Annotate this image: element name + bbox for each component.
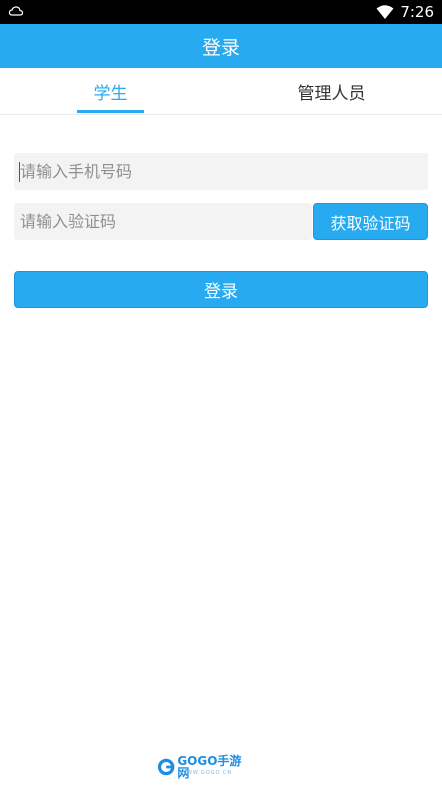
status-bar: 7:26 [0, 0, 442, 24]
title-bar: 登录 [0, 24, 442, 68]
phone-input[interactable] [14, 153, 428, 190]
watermark-subtext: WWW.GOGO.CN [181, 770, 233, 776]
verification-code-input[interactable] [14, 203, 312, 240]
status-right-group: 7:26 [376, 0, 434, 24]
text-caret [19, 162, 20, 182]
cloud-notification-icon [8, 6, 24, 16]
wifi-icon [376, 5, 394, 19]
login-button[interactable]: 登录 [14, 271, 428, 308]
role-tabs: 学生 管理人员 [0, 68, 442, 115]
tab-student-label: 学生 [93, 83, 128, 104]
get-code-button[interactable]: 获取验证码 [313, 203, 428, 240]
status-time: 7:26 [400, 3, 434, 21]
tab-admin-label: 管理人员 [297, 83, 366, 104]
tab-admin[interactable]: 管理人员 [221, 68, 442, 114]
page-title: 登录 [201, 36, 240, 59]
watermark: GOGO手游网 WWW.GOGO.CN [157, 755, 247, 779]
active-tab-indicator [77, 110, 144, 113]
gogo-logo-icon [157, 758, 175, 776]
tab-student[interactable]: 学生 [0, 68, 221, 114]
